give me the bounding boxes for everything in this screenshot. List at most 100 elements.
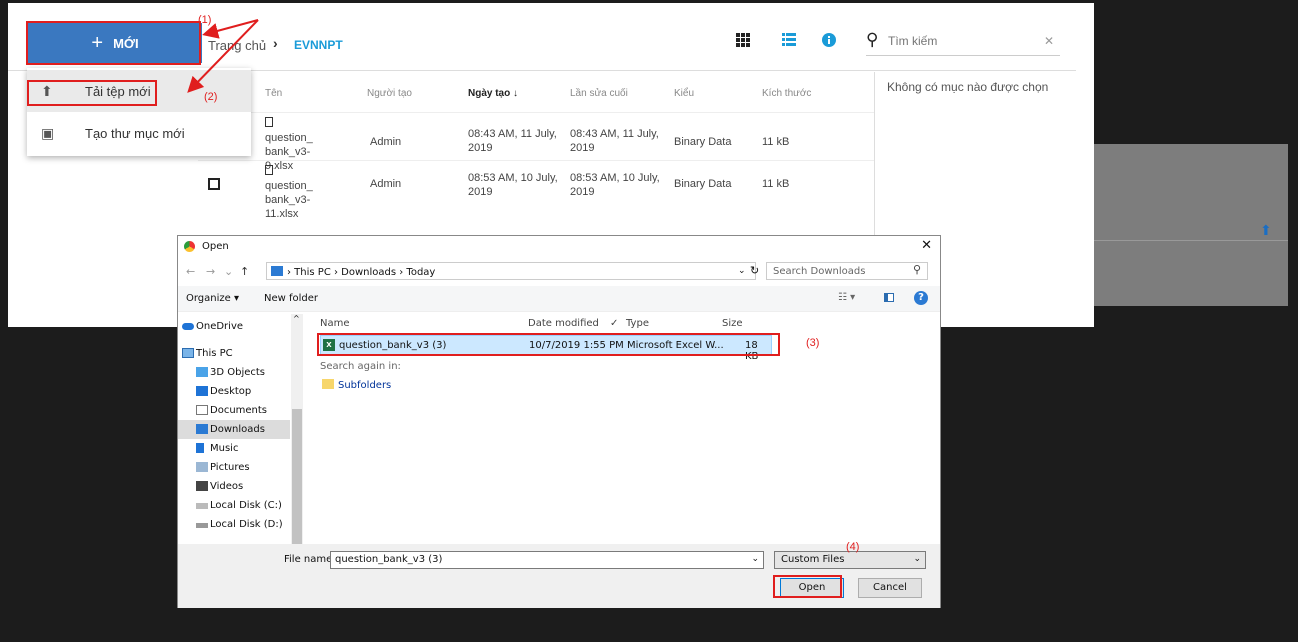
header-name[interactable]: Name bbox=[320, 318, 350, 329]
file-type-value: Custom Files bbox=[781, 554, 845, 565]
nav-item-desktop[interactable]: Desktop bbox=[178, 382, 290, 401]
nav-item-documents[interactable]: Documents bbox=[178, 401, 290, 420]
file-creator: Admin bbox=[370, 136, 402, 148]
nav-item-this-pc[interactable]: This PC bbox=[178, 344, 290, 363]
chevron-down-icon[interactable]: ⌄ bbox=[738, 266, 746, 276]
menu-item-new-folder[interactable]: ▣ Tạo thư mục mới bbox=[27, 112, 251, 154]
scroll-thumb[interactable] bbox=[292, 409, 302, 547]
search-downloads[interactable]: Search Downloads ⚲ bbox=[766, 262, 928, 280]
file-modified: 08:53 AM, 10 July, 2019 bbox=[570, 172, 660, 198]
back-icon[interactable]: ← bbox=[186, 265, 195, 278]
header-size[interactable]: Size bbox=[722, 318, 743, 329]
drive-icon bbox=[196, 523, 208, 528]
nav-item-local-disk-c[interactable]: Local Disk (C:) bbox=[178, 496, 290, 515]
downloads-icon bbox=[271, 266, 283, 276]
file-name-label: File name: bbox=[284, 554, 336, 565]
list-view-icon[interactable] bbox=[782, 33, 796, 47]
help-icon[interactable]: ? bbox=[914, 291, 928, 305]
annotation-box-2 bbox=[27, 80, 157, 106]
column-header-name[interactable]: Tên bbox=[265, 88, 282, 99]
table-row[interactable]: question_bank_v3-11.xlsx Admin 08:53 AM,… bbox=[198, 160, 874, 220]
close-icon[interactable]: ✕ bbox=[921, 238, 932, 253]
folder-icon bbox=[322, 379, 334, 389]
table-row[interactable]: question_bank_v3-9.xlsx Admin 08:43 AM, … bbox=[198, 112, 874, 172]
forward-icon[interactable]: → bbox=[206, 265, 215, 278]
nav-item-downloads[interactable]: Downloads bbox=[178, 420, 290, 439]
file-type: Binary Data bbox=[674, 178, 732, 190]
file-creator: Admin bbox=[370, 178, 402, 190]
header-type[interactable]: Type bbox=[626, 318, 649, 329]
grid-view-icon[interactable] bbox=[736, 33, 750, 47]
address-path: › This PC › Downloads › Today bbox=[287, 267, 436, 278]
file-type-select[interactable]: Custom Files ⌄ bbox=[774, 551, 926, 569]
search-box: ⚲ ✕ bbox=[866, 30, 1060, 56]
pictures-icon bbox=[196, 462, 208, 472]
column-header-creator[interactable]: Người tạo bbox=[367, 88, 412, 99]
search-again-label: Search again in: bbox=[320, 361, 401, 372]
header-date[interactable]: Date modified bbox=[528, 318, 599, 329]
organize-button[interactable]: Organize ▾ bbox=[186, 293, 239, 304]
scroll-up-icon[interactable]: ^ bbox=[293, 314, 300, 323]
up-icon[interactable]: ↑ bbox=[240, 265, 249, 278]
open-dialog: Open ✕ ← → ⌄ ↑ › This PC › Downloads › T… bbox=[177, 235, 941, 608]
breadcrumb-root[interactable]: Trang chủ bbox=[208, 38, 266, 53]
search-icon: ⚲ bbox=[912, 263, 921, 276]
file-name: question_bank_v3-11.xlsx bbox=[265, 180, 313, 220]
row-checkbox[interactable] bbox=[208, 178, 220, 190]
search-input[interactable] bbox=[888, 34, 1038, 48]
column-header-created[interactable]: Ngày tạo ↓ bbox=[468, 88, 518, 99]
nav-item-videos[interactable]: Videos bbox=[178, 477, 290, 496]
nav-label: This PC bbox=[196, 348, 233, 359]
downloads-icon bbox=[196, 424, 208, 434]
computer-icon bbox=[182, 348, 194, 358]
file-name-value: question_bank_v3 (3) bbox=[335, 554, 443, 565]
folder-add-icon: ▣ bbox=[41, 124, 55, 141]
search-placeholder: Search Downloads bbox=[773, 266, 866, 277]
menu-item-label: Tạo thư mục mới bbox=[85, 125, 185, 141]
chevron-down-icon: ⌄ bbox=[913, 554, 921, 564]
refresh-icon[interactable]: ↻ bbox=[750, 264, 759, 277]
desktop-icon bbox=[196, 386, 208, 396]
annotation-label-2: (2) bbox=[204, 91, 218, 103]
nav-item-pictures[interactable]: Pictures bbox=[178, 458, 290, 477]
breadcrumb-current[interactable]: EVNNPT bbox=[294, 38, 343, 52]
subfolders-link[interactable]: Subfolders bbox=[322, 379, 391, 391]
file-list: Tên Người tạo Ngày tạo ↓ Lần sửa cuối Ki… bbox=[198, 72, 874, 232]
column-header-type[interactable]: Kiểu bbox=[674, 88, 694, 99]
drive-icon bbox=[196, 503, 208, 509]
nav-item-music[interactable]: Music bbox=[178, 439, 290, 458]
chevron-right-icon: › bbox=[273, 35, 278, 51]
nav-scrollbar[interactable]: ^ bbox=[291, 314, 303, 547]
annotation-label-3: (3) bbox=[806, 337, 820, 349]
nav-label: Documents bbox=[210, 405, 268, 416]
nav-label: OneDrive bbox=[196, 321, 244, 332]
chevron-down-icon[interactable]: ⌄ bbox=[224, 265, 233, 278]
nav-item-3d-objects[interactable]: 3D Objects bbox=[178, 363, 290, 382]
search-icon[interactable]: ⚲ bbox=[866, 30, 878, 50]
check-icon: ✓ bbox=[610, 318, 619, 329]
details-empty-text: Không có mục nào được chọn bbox=[887, 80, 1049, 94]
info-icon[interactable] bbox=[822, 33, 836, 47]
column-header-modified[interactable]: Lần sửa cuối bbox=[570, 88, 628, 99]
upload-icon[interactable]: ⬆ bbox=[1260, 222, 1272, 239]
file-type: Binary Data bbox=[674, 136, 732, 148]
nav-label: Local Disk (D:) bbox=[210, 519, 283, 530]
nav-item-local-disk-d[interactable]: Local Disk (D:) bbox=[178, 515, 290, 534]
chevron-down-icon[interactable]: ⌄ bbox=[751, 554, 759, 564]
preview-pane-icon[interactable] bbox=[884, 293, 894, 302]
clear-icon[interactable]: ✕ bbox=[1044, 34, 1054, 48]
nav-label: 3D Objects bbox=[210, 367, 266, 378]
nav-item-onedrive[interactable]: OneDrive bbox=[178, 317, 290, 336]
dialog-title: Open bbox=[202, 241, 229, 252]
column-header-size[interactable]: Kích thước bbox=[762, 88, 811, 99]
new-folder-button[interactable]: New folder bbox=[264, 293, 318, 304]
view-options-icon[interactable]: ☷ ▾ bbox=[838, 292, 855, 303]
cancel-button[interactable]: Cancel bbox=[858, 578, 922, 598]
address-bar[interactable]: › This PC › Downloads › Today bbox=[266, 262, 756, 280]
dialog-titlebar: Open ✕ bbox=[178, 236, 940, 258]
nav-label: Videos bbox=[210, 481, 244, 492]
file-icon bbox=[265, 165, 273, 175]
annotation-box-1 bbox=[26, 21, 201, 65]
file-name-input[interactable]: question_bank_v3 (3) ⌄ bbox=[330, 551, 764, 569]
chrome-icon bbox=[184, 241, 195, 252]
